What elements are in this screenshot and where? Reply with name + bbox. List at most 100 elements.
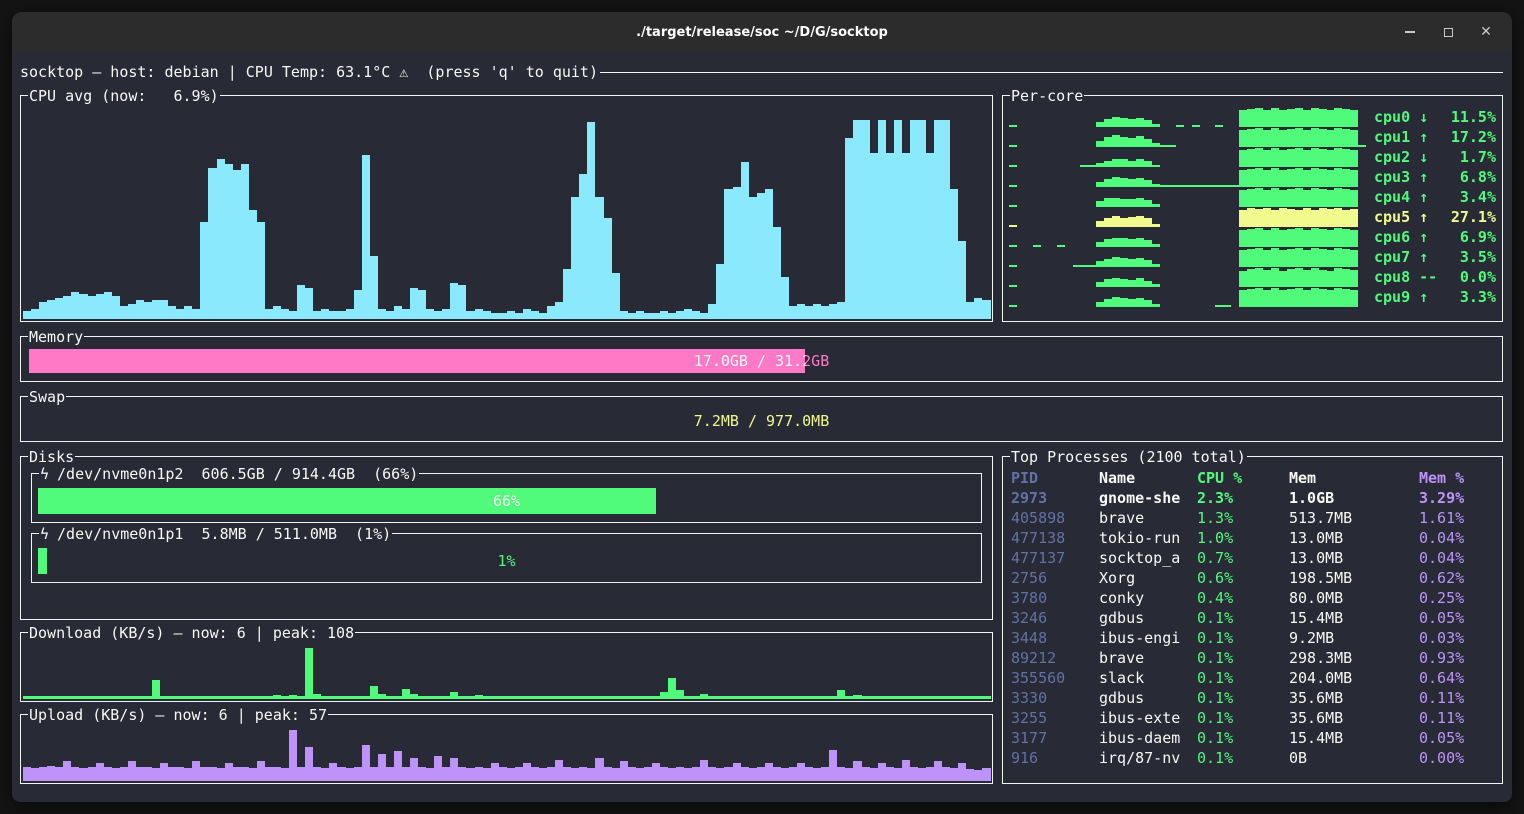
bar	[862, 767, 870, 781]
core-label: cpu6 ↑6.9%	[1374, 227, 1496, 247]
bar	[942, 767, 950, 781]
bar	[1287, 289, 1295, 307]
bar	[249, 210, 257, 319]
bar	[1144, 240, 1152, 247]
bar	[1255, 108, 1263, 127]
bar	[1311, 148, 1319, 167]
bar	[1311, 248, 1319, 267]
bar	[531, 696, 539, 699]
bar	[837, 767, 845, 781]
bar	[829, 750, 837, 781]
bar	[458, 696, 466, 699]
process-row: 3255ibus-exte0.1%35.6MB0.11%	[1011, 708, 1498, 728]
process-cell: 0.93%	[1419, 648, 1498, 668]
process-cell: 1.0GB	[1289, 488, 1419, 508]
bar	[31, 309, 39, 320]
process-cell: 1.0%	[1197, 528, 1289, 548]
bar	[1096, 122, 1104, 127]
bar	[1327, 209, 1335, 227]
bar	[265, 309, 273, 320]
bar	[668, 678, 676, 699]
bar	[958, 241, 966, 319]
bar	[587, 768, 595, 781]
core-usage-value: 3.4%	[1460, 187, 1496, 207]
bar	[692, 767, 700, 781]
bar	[402, 767, 410, 781]
bar	[1279, 230, 1287, 247]
bar	[1350, 190, 1358, 207]
bar	[1287, 149, 1295, 167]
bar	[491, 696, 499, 699]
bar	[1303, 170, 1311, 187]
bar	[1096, 242, 1104, 247]
bar	[595, 696, 603, 699]
bar	[1144, 281, 1152, 287]
bar	[346, 768, 354, 781]
bar	[442, 309, 450, 320]
bar	[1303, 290, 1311, 307]
bar	[160, 763, 168, 781]
close-button[interactable]: ✕	[1474, 20, 1498, 44]
maximize-button[interactable]	[1436, 20, 1460, 44]
bar	[1255, 209, 1263, 227]
bar	[1334, 228, 1342, 247]
bar	[104, 696, 112, 699]
bar	[1096, 141, 1104, 147]
bar	[491, 763, 499, 781]
bar	[1120, 118, 1128, 127]
bar	[321, 696, 329, 699]
process-cell: 0.6%	[1197, 568, 1289, 588]
bar	[313, 767, 321, 781]
process-row: 3780conky0.4%80.0MB0.25%	[1011, 588, 1498, 608]
bar	[1319, 189, 1327, 207]
bar	[1342, 249, 1350, 267]
bar	[724, 189, 732, 319]
core-sparkline	[1009, 188, 1366, 207]
bar	[168, 696, 176, 699]
process-row: 916irq/87-nv0.1%0B0.00%	[1011, 748, 1498, 768]
window-titlebar[interactable]: ./target/release/soc ~/D/G/socktop ✕	[12, 12, 1512, 52]
minimize-icon	[1405, 31, 1415, 33]
bar	[1319, 149, 1327, 167]
bar	[604, 767, 612, 781]
memory-bar: 17.0GB / 31.2GB 17.0GB / 31.2GB	[29, 349, 1494, 373]
bar	[1327, 170, 1335, 187]
bar	[394, 696, 402, 699]
bar	[1009, 125, 1017, 127]
bar	[1295, 188, 1303, 207]
bar	[71, 292, 79, 319]
bar	[394, 751, 402, 781]
bar	[208, 168, 216, 319]
bar	[23, 696, 31, 699]
bar	[894, 696, 902, 699]
bar	[217, 159, 225, 319]
bar	[1088, 165, 1096, 167]
bar	[47, 696, 55, 699]
bar	[1311, 268, 1319, 287]
bar	[1104, 279, 1112, 287]
bar	[894, 768, 902, 781]
bar	[547, 306, 555, 319]
bar	[281, 696, 289, 699]
bar	[176, 696, 184, 699]
bar	[1255, 268, 1263, 287]
bar	[55, 767, 63, 781]
core-label: cpu3 ↑6.8%	[1374, 167, 1496, 187]
swap-title: Swap	[28, 387, 66, 407]
bar	[1239, 110, 1247, 127]
bar	[1295, 168, 1303, 187]
process-cell: Xorg	[1099, 568, 1197, 588]
bar	[1303, 190, 1311, 207]
minimize-button[interactable]	[1398, 20, 1422, 44]
bar	[668, 768, 676, 781]
bar	[950, 768, 958, 781]
bar	[741, 696, 749, 699]
bar	[1311, 210, 1319, 227]
process-cell: 0.00%	[1419, 748, 1498, 768]
bar	[644, 696, 652, 699]
bar	[168, 767, 176, 781]
bar	[152, 768, 160, 781]
core-usage-value: 6.8%	[1460, 167, 1496, 187]
process-cell: 3177	[1011, 728, 1099, 748]
process-cell: 198.5MB	[1289, 568, 1419, 588]
